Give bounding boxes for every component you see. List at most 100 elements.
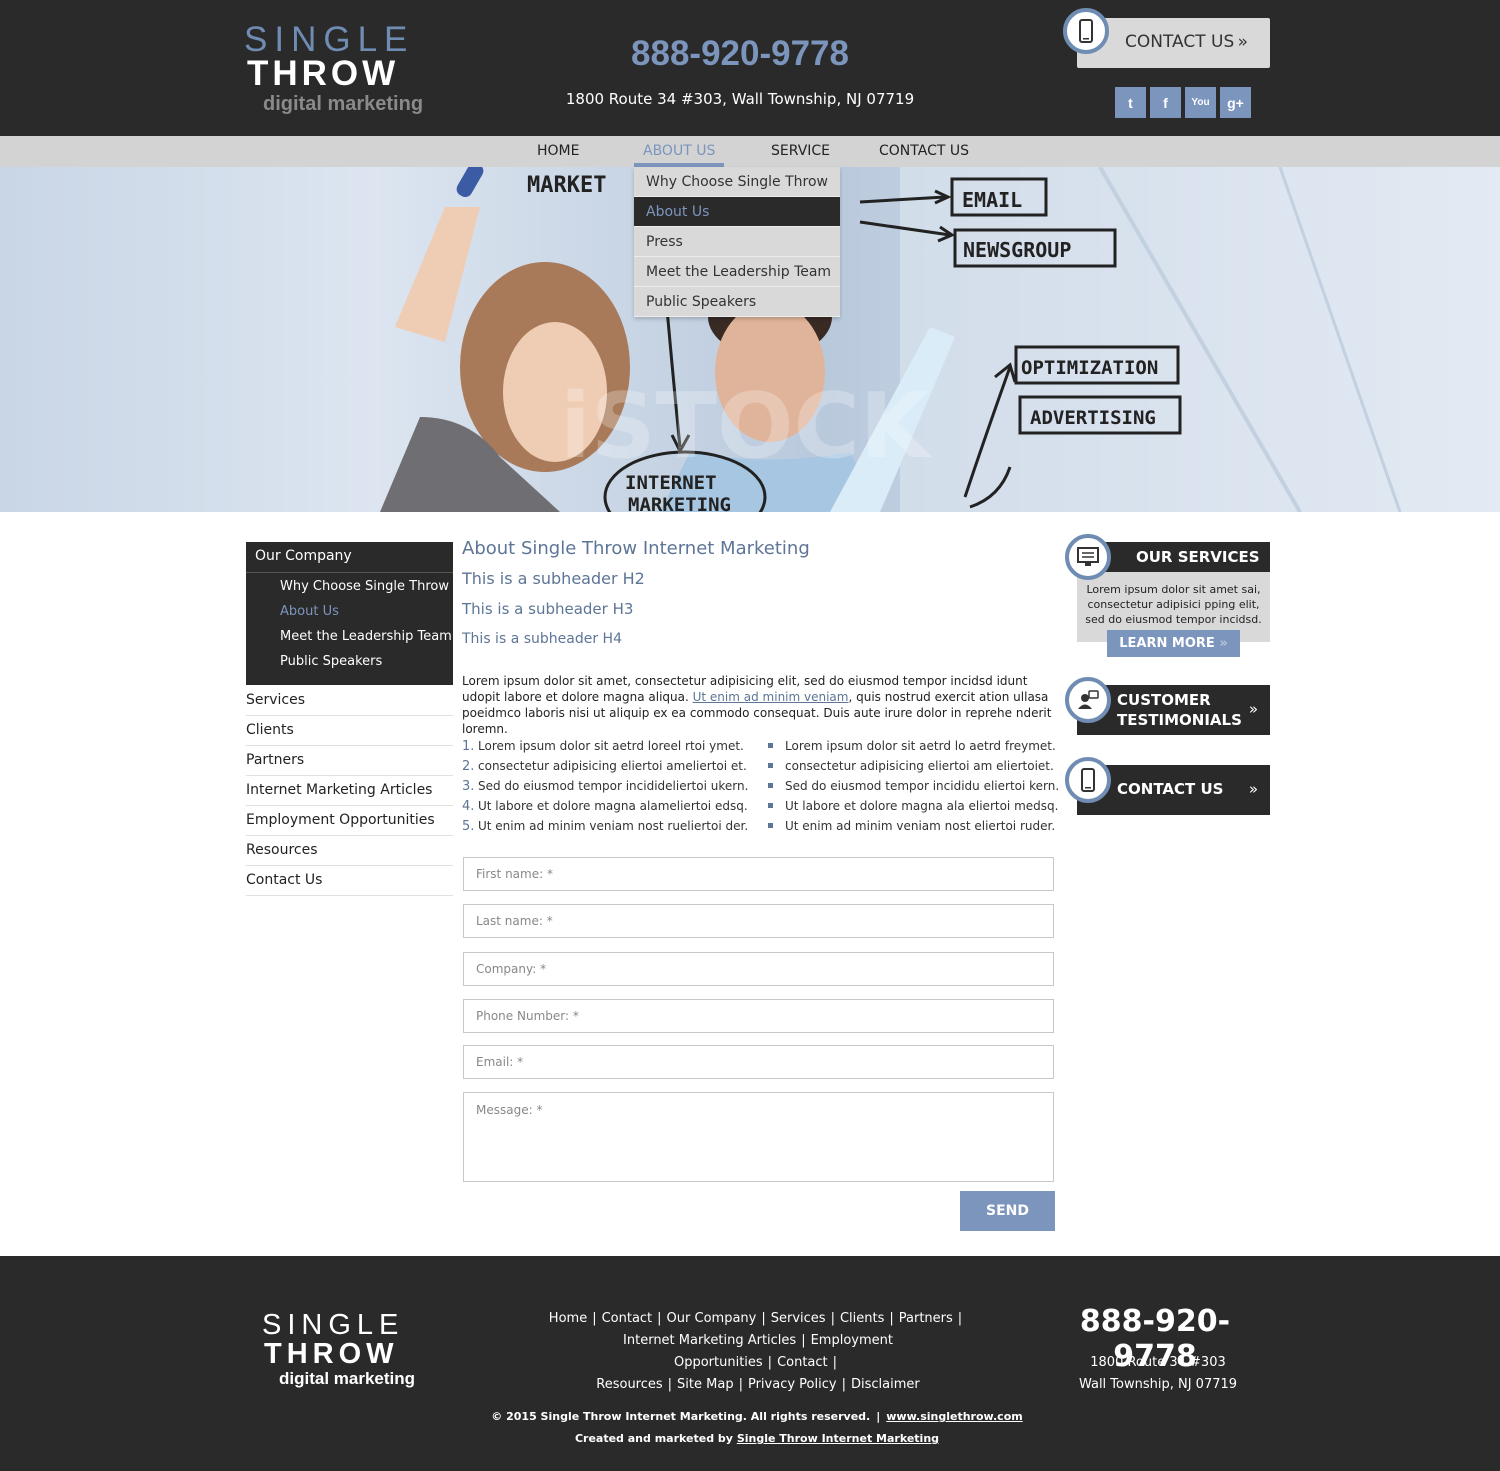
bullet-icon: [768, 823, 773, 828]
our-services-widget: OUR SERVICES Lorem ipsum dolor sit amet …: [1065, 534, 1270, 657]
subheader-h3: This is a subheader H3: [462, 600, 634, 618]
footer-logo-line2: THROW: [264, 1338, 399, 1370]
dropdown-why-choose[interactable]: Why Choose Single Throw: [634, 167, 840, 197]
intro-link[interactable]: Ut enim ad minim veniam: [693, 690, 849, 704]
services-title: OUR SERVICES: [1136, 548, 1260, 566]
dropdown-press[interactable]: Press: [634, 227, 840, 257]
sidebar-item-employment[interactable]: Employment Opportunities: [246, 806, 453, 836]
list-item: 4. Ut labore et dolore magna alameliertoi…: [462, 799, 748, 814]
google-plus-icon[interactable]: g+: [1220, 87, 1251, 118]
subheader-h2: This is a subheader H2: [462, 569, 645, 588]
site-footer: SINGLE THROW digital marketing Home | Cont…: [0, 1256, 1500, 1471]
bullet-list: Lorem ipsum dolor sit aetrd lo aetrd fre…: [766, 739, 1066, 839]
facebook-icon[interactable]: f: [1150, 87, 1181, 118]
social-links: t f You g+: [1115, 87, 1251, 118]
footer-link-articles[interactable]: Internet Marketing Articles: [623, 1333, 796, 1348]
footer-link-resources[interactable]: Resources: [596, 1377, 662, 1392]
sidebar-item-resources[interactable]: Resources: [246, 836, 453, 866]
customer-testimonials-button[interactable]: CUSTOMER TESTIMONIALS »: [1065, 677, 1270, 735]
footer-logo-line1: SINGLE: [262, 1309, 405, 1341]
footer-link-services[interactable]: Services: [771, 1311, 826, 1326]
main-nav: HOME ABOUT US SERVICE CONTACT US: [0, 136, 1500, 167]
nav-service[interactable]: SERVICE: [771, 143, 830, 159]
bullet-icon: [768, 763, 773, 768]
dropdown-leadership-team[interactable]: Meet the Leadership Team: [634, 257, 840, 287]
page-title: About Single Throw Internet Marketing: [462, 538, 810, 559]
list-item: Sed do eiusmod tempor incididu eliertoi …: [766, 779, 1066, 799]
nav-home[interactable]: HOME: [537, 143, 579, 159]
monitor-icon: [1065, 534, 1111, 580]
svg-text:ADVERTISING: ADVERTISING: [1030, 407, 1156, 429]
footer-website-link[interactable]: www.singlethrow.com: [886, 1410, 1022, 1423]
message-field[interactable]: [463, 1092, 1054, 1182]
svg-text:OPTIMIZATION: OPTIMIZATION: [1021, 357, 1158, 379]
chat-user-icon: [1065, 677, 1111, 723]
list-item: 1. Lorem ipsum dolor sit aetrd loreel rto…: [462, 739, 744, 754]
intro-paragraph: Lorem ipsum dolor sit amet, consectetur …: [462, 673, 1057, 737]
sidebar-item-services[interactable]: Services: [246, 686, 453, 716]
header-address: 1800 Route 34 #303, Wall Township, NJ 07…: [565, 90, 915, 108]
logo-line1: SINGLE: [244, 20, 415, 59]
header-contact-button[interactable]: CONTACT US »: [1063, 8, 1270, 68]
svg-text:NEWSGROUP: NEWSGROUP: [963, 238, 1071, 262]
sidebar-item-articles[interactable]: Internet Marketing Articles: [246, 776, 453, 806]
sidebar-item-speakers[interactable]: Public Speakers: [280, 654, 382, 669]
footer-links-row1: Home | Contact | Our Company | Services | Client…: [548, 1311, 963, 1326]
footer-link-contact[interactable]: Contact: [602, 1311, 653, 1326]
footer-logo-line3: digital marketing: [279, 1369, 416, 1388]
list-item: Ut labore et dolore magna ala eliertoi m…: [766, 799, 1066, 819]
sidebar-heading[interactable]: Our Company: [255, 548, 352, 564]
chevron-right-icon: »: [1248, 780, 1258, 798]
footer-link-partners[interactable]: Partners: [899, 1311, 953, 1326]
sidebar-item-clients[interactable]: Clients: [246, 716, 453, 746]
footer-link-clients[interactable]: Clients: [840, 1311, 884, 1326]
sidebar-item-why-choose[interactable]: Why Choose Single Throw: [280, 579, 449, 594]
services-text: Lorem ipsum dolor sit amet sai, consecte…: [1085, 583, 1262, 626]
nav-about-us[interactable]: ABOUT US: [643, 143, 715, 159]
sidebar-our-company: Our Company Why Choose Single Throw Abou…: [246, 542, 453, 685]
sidebar-item-partners[interactable]: Partners: [246, 746, 453, 776]
phone-field[interactable]: [463, 999, 1054, 1033]
footer-logo[interactable]: SINGLE THROW digital marketing: [262, 1309, 462, 1392]
sidebar-contact-button[interactable]: CONTACT US »: [1065, 757, 1270, 815]
email-field[interactable]: [463, 1045, 1054, 1079]
last-name-field[interactable]: [463, 904, 1054, 938]
twitter-icon[interactable]: t: [1115, 87, 1146, 118]
youtube-icon[interactable]: You: [1185, 87, 1216, 118]
subheader-h4: This is a subheader H4: [462, 631, 622, 647]
first-name-field[interactable]: [463, 857, 1054, 891]
sidebar-item-contact-us[interactable]: Contact Us: [246, 866, 453, 896]
nav-contact-us[interactable]: CONTACT US: [879, 143, 969, 159]
list-item: 5. Ut enim ad minim veniam nost ruelierto…: [462, 819, 749, 834]
list-item: 2. consectetur adipisicing eliertoi ameli…: [462, 759, 747, 774]
dropdown-public-speakers[interactable]: Public Speakers: [634, 287, 840, 317]
list-item: Lorem ipsum dolor sit aetrd lo aetrd fre…: [766, 739, 1066, 759]
footer-link-disclaimer[interactable]: Disclaimer: [851, 1377, 920, 1392]
footer-link-our-company[interactable]: Our Company: [667, 1311, 757, 1326]
company-field[interactable]: [463, 952, 1054, 986]
header-phone[interactable]: 888-920-9778: [560, 34, 920, 74]
chevron-right-icon: »: [1219, 636, 1228, 651]
sidebar-item-about-us[interactable]: About Us: [280, 604, 339, 619]
dropdown-about-us[interactable]: About Us: [634, 197, 840, 227]
testimonials-line1: CUSTOMER: [1117, 691, 1211, 709]
footer-link-privacy[interactable]: Privacy Policy: [748, 1377, 837, 1392]
footer-address-line2: Wall Township, NJ 07719: [1078, 1377, 1238, 1392]
sidebar-divider: [246, 572, 453, 573]
svg-text:MARKETING: MARKETING: [628, 494, 731, 512]
chevron-right-icon: »: [1237, 32, 1248, 52]
created-by-text: Created and marketed by: [574, 1432, 737, 1445]
learn-more-button[interactable]: LEARN MORE »: [1107, 630, 1240, 657]
footer-link-site-map[interactable]: Site Map: [677, 1377, 734, 1392]
svg-text:iSTOCK: iSTOCK: [560, 374, 933, 479]
footer-link-home[interactable]: Home: [549, 1311, 587, 1326]
footer-links-row2: Internet Marketing Articles | Employment O…: [623, 1333, 893, 1370]
list-item: Ut enim ad minim veniam nost eliertoi ru…: [766, 819, 1066, 839]
site-logo[interactable]: SINGLE THROW digital marketing: [244, 20, 454, 118]
about-us-dropdown: Why Choose Single Throw About Us Press M…: [634, 167, 840, 317]
footer-link-contact-2[interactable]: Contact: [777, 1355, 828, 1370]
phone-icon: [1065, 757, 1111, 803]
send-button[interactable]: SEND: [960, 1191, 1055, 1231]
footer-created-link[interactable]: Single Throw Internet Marketing: [737, 1432, 939, 1445]
sidebar-item-leadership[interactable]: Meet the Leadership Team: [280, 629, 452, 644]
